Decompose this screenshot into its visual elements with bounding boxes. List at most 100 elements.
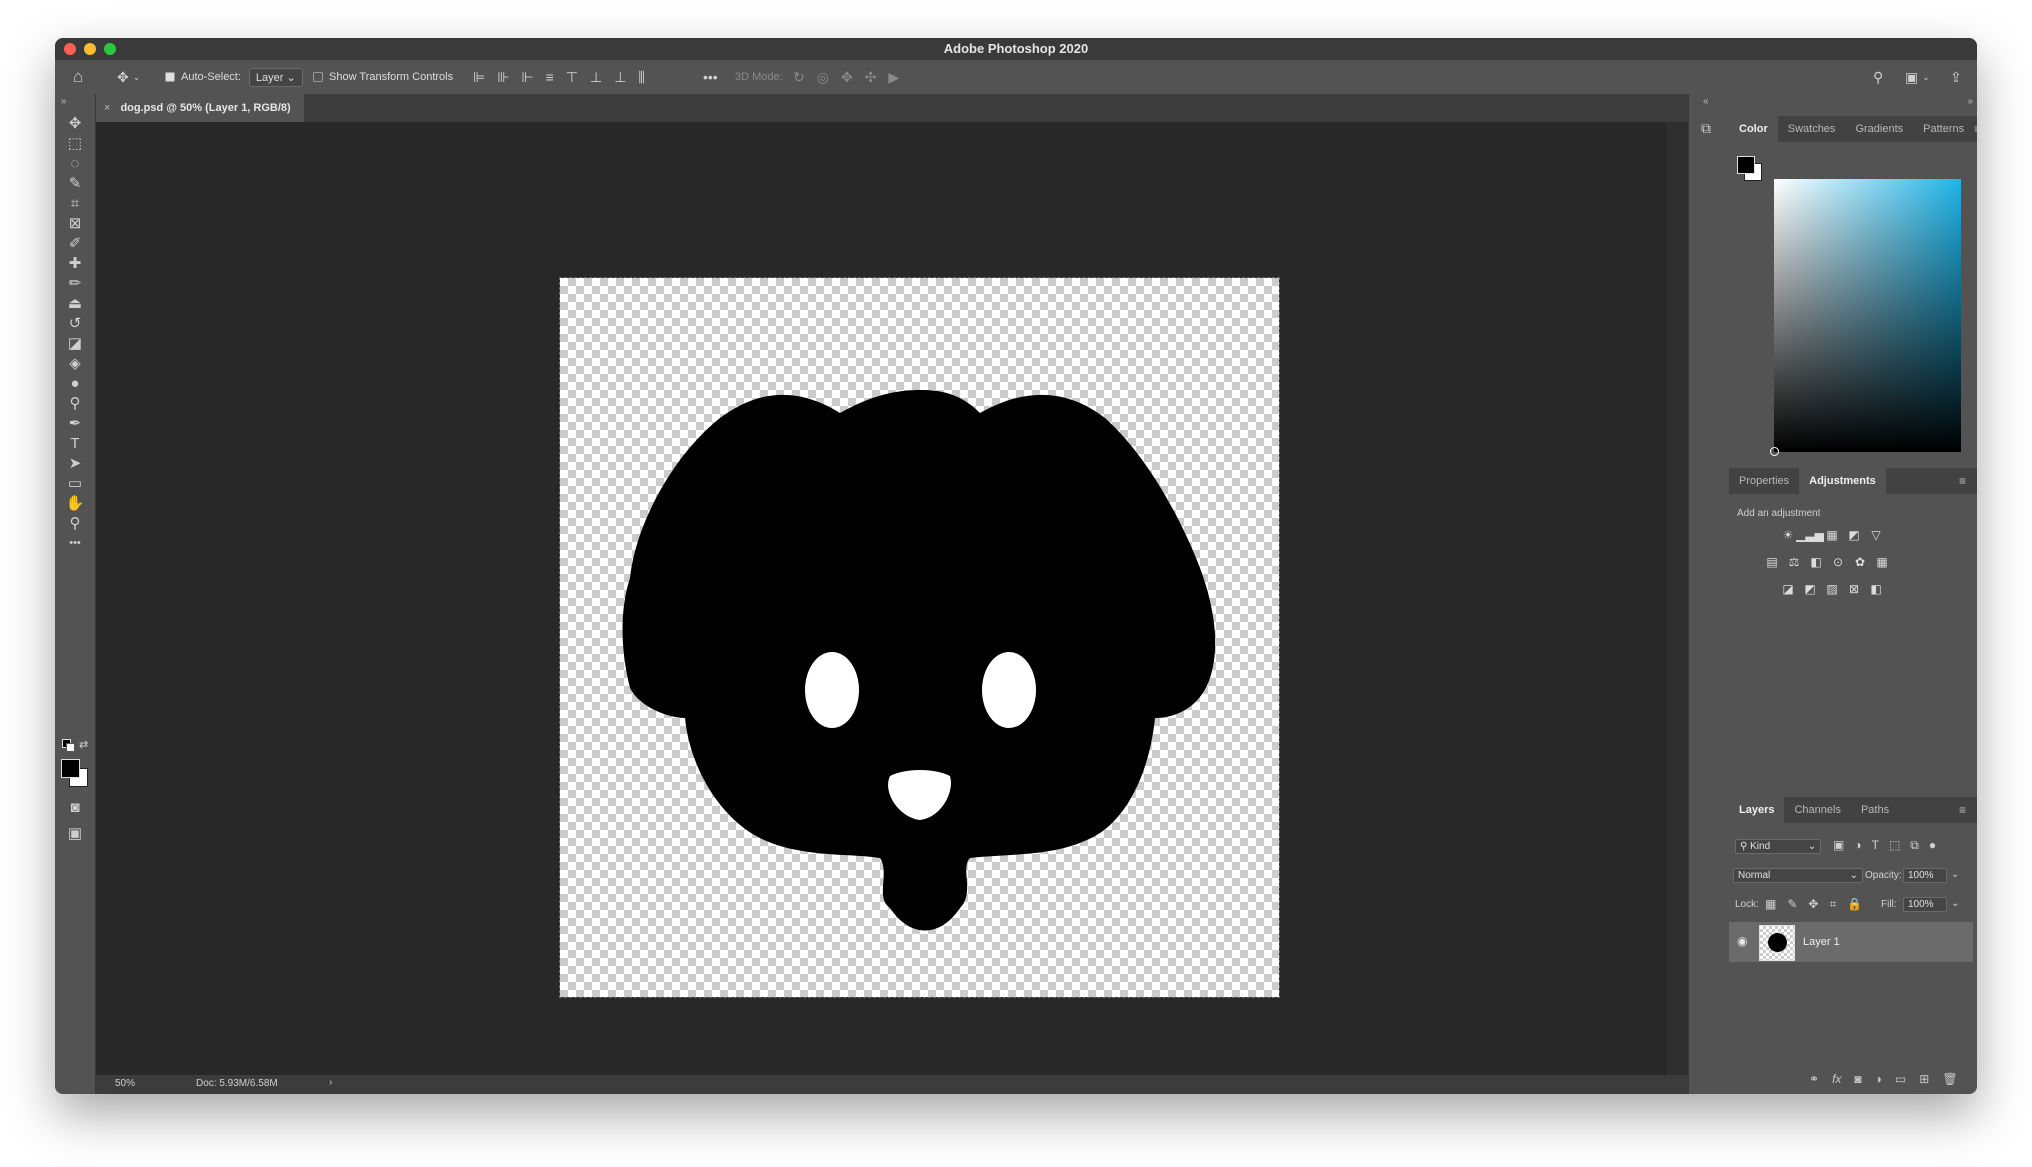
move-tool-preset-icon[interactable]: ✥ ⌄	[117, 60, 140, 94]
quick-mask-icon[interactable]: ◙	[61, 796, 89, 818]
lock-all-icon[interactable]: 🔒	[1847, 897, 1862, 912]
eraser-tool-icon[interactable]: ◪	[61, 332, 89, 354]
adjustment-1-5-icon[interactable]: ▽	[1868, 527, 1884, 543]
layer-filter-kind[interactable]: ⚲ Kind ⌄	[1735, 839, 1821, 854]
lock-position-icon[interactable]: ✥	[1808, 897, 1818, 912]
hand-tool-icon[interactable]: ✋	[61, 492, 89, 514]
foreground-color-swatch[interactable]	[61, 759, 80, 778]
3d-slide-icon[interactable]: ✣	[865, 69, 877, 86]
paint-bucket-tool-icon[interactable]: ◈	[61, 352, 89, 374]
pen-tool-icon[interactable]: ✒	[61, 412, 89, 434]
filter-adjustment-icon[interactable]: ◑	[1854, 838, 1861, 853]
workspace-icon[interactable]: ▣ ⌄	[1905, 60, 1930, 94]
3d-orbit-icon[interactable]: ↻	[793, 69, 805, 86]
distribute-icon[interactable]: ≡	[546, 69, 554, 85]
color-field[interactable]	[1774, 179, 1961, 452]
dodge-tool-icon[interactable]: ⚲	[61, 392, 89, 414]
layer-name[interactable]: Layer 1	[1803, 936, 1840, 948]
tab-patterns[interactable]: Patterns	[1913, 116, 1974, 142]
auto-select-checkbox[interactable]	[165, 72, 175, 82]
tab-channels[interactable]: Channels	[1784, 797, 1850, 823]
add-mask-icon[interactable]: ◙	[1854, 1072, 1861, 1086]
adjustment-2-1-icon[interactable]: ▤	[1764, 554, 1780, 570]
brush-tool-icon[interactable]: ✏	[61, 272, 89, 294]
adjustment-1-2-icon[interactable]: ▁▃▅	[1796, 527, 1824, 543]
adjustment-2-2-icon[interactable]: ⚖	[1786, 554, 1802, 570]
adjustment-3-3-icon[interactable]: ▨	[1824, 581, 1840, 597]
3d-pan-icon[interactable]: ✥	[841, 69, 853, 86]
opacity-dropdown-icon[interactable]: ⌄	[1951, 869, 1959, 880]
history-brush-tool-icon[interactable]: ↺	[61, 312, 89, 334]
fill-dropdown-icon[interactable]: ⌄	[1951, 898, 1959, 909]
tab-properties[interactable]: Properties	[1729, 468, 1799, 494]
fill-field[interactable]: 100%	[1903, 897, 1947, 912]
tab-color[interactable]: Color	[1729, 116, 1778, 142]
lasso-tool-icon[interactable]: ◌	[61, 152, 89, 174]
align-left-icon[interactable]: ⊫	[473, 69, 485, 86]
3d-camera-icon[interactable]: ▶	[888, 69, 899, 86]
color-field-picker[interactable]	[1770, 447, 1779, 456]
type-tool-icon[interactable]: T	[61, 432, 89, 454]
tab-adjustments[interactable]: Adjustments	[1799, 468, 1886, 494]
adjustment-3-4-icon[interactable]: ⊠	[1846, 581, 1862, 597]
quick-selection-tool-icon[interactable]: ✎	[61, 172, 89, 194]
new-adjustment-layer-icon[interactable]: ◑	[1875, 1072, 1882, 1086]
adjustment-2-6-icon[interactable]: ▦	[1874, 554, 1890, 570]
align-top-icon[interactable]: ⊤	[566, 69, 578, 86]
marquee-tool-icon[interactable]: ⬚	[61, 132, 89, 154]
filter-pixel-icon[interactable]: ▣	[1833, 838, 1844, 853]
search-icon[interactable]: ⚲	[1873, 60, 1883, 94]
collapse-toolbar-icon[interactable]: »	[61, 96, 67, 107]
tab-gradients[interactable]: Gradients	[1845, 116, 1913, 142]
filter-type-icon[interactable]: T	[1872, 838, 1879, 853]
zoom-level[interactable]: 50%	[115, 1078, 135, 1089]
adjustment-3-1-icon[interactable]: ◪	[1780, 581, 1796, 597]
vertical-scrollbar[interactable]	[1667, 122, 1688, 1075]
new-layer-icon[interactable]: ⊞	[1919, 1072, 1929, 1086]
canvas[interactable]	[559, 277, 1280, 998]
history-panel-icon[interactable]: ⧉	[1701, 120, 1711, 137]
swap-colors-icon[interactable]: ⇄	[79, 738, 88, 751]
color-panel-foreground-swatch[interactable]	[1737, 156, 1755, 174]
share-icon[interactable]: ⇪	[1950, 60, 1962, 94]
align-center-icon[interactable]: ⊪	[497, 69, 509, 86]
close-tab-icon[interactable]: ×	[104, 102, 110, 114]
filter-toggle-icon[interactable]: ●	[1929, 838, 1936, 853]
filter-smart-object-icon[interactable]: ⧉	[1910, 838, 1919, 853]
lock-transparent-icon[interactable]: ▦	[1765, 897, 1776, 912]
align-right-icon[interactable]: ⊩	[521, 69, 533, 86]
adjustments-panel-menu-icon[interactable]: ≡	[1959, 468, 1971, 494]
filter-shape-icon[interactable]: ⬚	[1889, 838, 1900, 853]
expand-panels-icon[interactable]: «	[1703, 96, 1709, 107]
lock-pixels-icon[interactable]: ✎	[1787, 897, 1797, 912]
align-middle-icon[interactable]: ⊥	[590, 69, 602, 86]
adjustment-2-5-icon[interactable]: ✿	[1852, 554, 1868, 570]
adjustment-1-3-icon[interactable]: ▦	[1824, 527, 1840, 543]
layers-panel-menu-icon[interactable]: ≡	[1959, 797, 1971, 823]
blur-tool-icon[interactable]: ●	[61, 372, 89, 394]
delete-layer-icon[interactable]: 🗑	[1942, 1072, 1957, 1086]
tab-paths[interactable]: Paths	[1851, 797, 1899, 823]
show-transform-checkbox[interactable]	[313, 72, 323, 82]
move-tool-icon[interactable]: ✥	[61, 112, 89, 134]
status-menu-icon[interactable]: ›	[329, 1077, 332, 1088]
link-layers-icon[interactable]: ⚭	[1809, 1072, 1819, 1086]
new-group-icon[interactable]: ▭	[1895, 1072, 1906, 1086]
tab-swatches[interactable]: Swatches	[1778, 116, 1846, 142]
adjustment-1-4-icon[interactable]: ◩	[1846, 527, 1862, 543]
collapse-panels-icon[interactable]: »	[1967, 96, 1973, 107]
more-options-button[interactable]: •••	[703, 60, 718, 94]
lock-artboard-icon[interactable]: ⌗	[1829, 897, 1836, 912]
3d-roll-icon[interactable]: ◎	[817, 69, 829, 86]
home-icon[interactable]: ⌂	[73, 60, 83, 94]
screen-mode-icon[interactable]: ▣	[61, 822, 89, 844]
adjustment-2-3-icon[interactable]: ◧	[1808, 554, 1824, 570]
crop-tool-icon[interactable]: ⌗	[61, 192, 89, 214]
adjustment-3-2-icon[interactable]: ◩	[1802, 581, 1818, 597]
clone-stamp-tool-icon[interactable]: ⏏	[61, 292, 89, 314]
blend-mode-dropdown[interactable]: Normal ⌄	[1733, 868, 1863, 883]
distribute-vertical-icon[interactable]: ⫼	[638, 69, 644, 86]
adjustment-2-4-icon[interactable]: ⊙	[1830, 554, 1846, 570]
default-colors-icon[interactable]	[62, 739, 76, 753]
adjustment-1-1-icon[interactable]: ☀	[1780, 527, 1796, 543]
